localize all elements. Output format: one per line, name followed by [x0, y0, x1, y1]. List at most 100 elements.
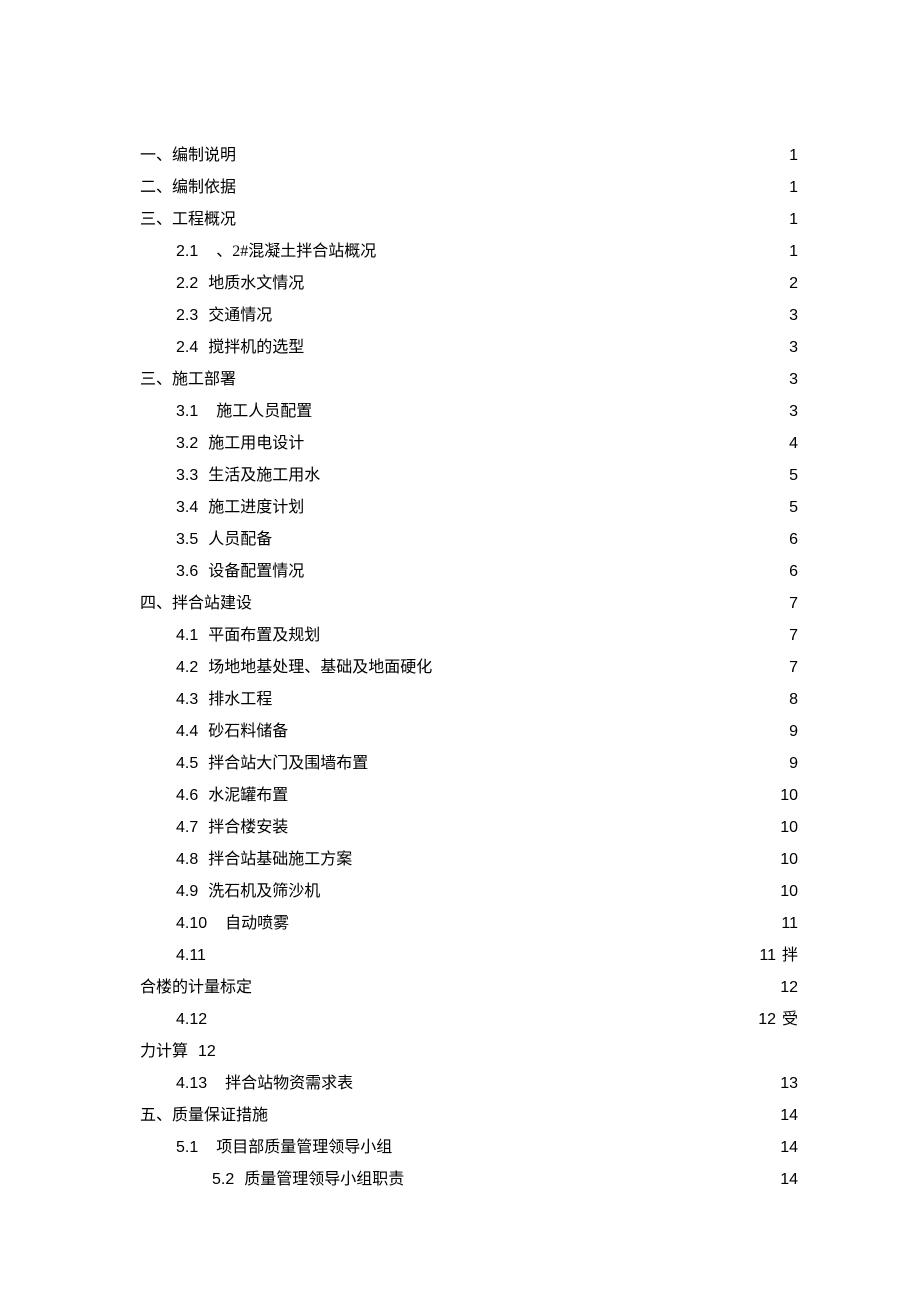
toc-leader: [240, 208, 776, 224]
toc-page-number: 11: [780, 908, 798, 940]
toc-entry-wrapped: 4.11 11 拌 合楼的计量标定 12: [140, 940, 798, 1004]
toc-entry: 四、拌合站建设 7: [140, 588, 798, 620]
toc-number: 5.2: [212, 1164, 234, 1196]
toc-number: 2.4: [176, 332, 198, 364]
toc-leader: [308, 560, 776, 576]
toc-page-number: 3: [780, 332, 798, 364]
toc-label-fragment: 拌: [782, 940, 798, 972]
toc-page-number: 3: [780, 364, 798, 396]
toc-leader: [356, 848, 776, 864]
toc-page-number: 1: [780, 172, 798, 204]
toc-page-number: 5: [780, 460, 798, 492]
toc-entry: 4.1 平面布置及规划 7: [140, 620, 798, 652]
toc-label: 四、拌合站建设: [140, 588, 252, 620]
toc-number: 4.7: [176, 812, 198, 844]
toc-entry: 4.3 排水工程 8: [140, 684, 798, 716]
toc-leader: [436, 656, 776, 672]
toc-leader: [408, 1168, 776, 1184]
toc-page-number: 14: [780, 1100, 798, 1132]
toc-leader: [276, 304, 776, 320]
toc-page-number: 2: [780, 268, 798, 300]
toc-number: 3.5: [176, 524, 198, 556]
toc-label: 施工进度计划: [208, 492, 304, 524]
toc-leader: [256, 592, 776, 608]
toc-page-number: 14: [780, 1164, 798, 1196]
toc-number: 3.3: [176, 460, 198, 492]
toc-label: 生活及施工用水: [208, 460, 320, 492]
toc-entry-wrapped: 4.12 12 受 力计算 12: [140, 1004, 798, 1068]
toc-number: 4.8: [176, 844, 198, 876]
toc-leader: [372, 752, 776, 768]
toc-entry: 2.4 搅拌机的选型 3: [140, 332, 798, 364]
toc-label: 地质水文情况: [208, 268, 304, 300]
toc-entry: 4.7 拌合楼安装 10: [140, 812, 798, 844]
toc-number: 4.5: [176, 748, 198, 780]
toc-leader: [221, 1008, 740, 1024]
toc-label: 搅拌机的选型: [208, 332, 304, 364]
toc-page-number: 6: [780, 524, 798, 556]
toc-entry: 4.2 场地地基处理、基础及地面硬化 7: [140, 652, 798, 684]
toc-label: 水泥罐布置: [208, 780, 288, 812]
toc-leader: [292, 816, 776, 832]
toc-page-number: 12: [758, 1004, 776, 1036]
toc-label: 、2#混凝土拌合站概况: [216, 236, 376, 268]
toc-number: 4.9: [176, 876, 198, 908]
toc-number: 4.2: [176, 652, 198, 684]
toc-page-number: 7: [780, 652, 798, 684]
toc-entry: 一、编制说明 1: [140, 140, 798, 172]
toc-page-number: 10: [780, 780, 798, 812]
toc-leader: [276, 528, 776, 544]
toc-page-number: 12: [780, 972, 798, 1004]
toc-leader: [357, 1072, 776, 1088]
toc-label-continuation: 合楼的计量标定: [140, 972, 252, 1004]
toc-leader: [308, 432, 776, 448]
toc-label: 拌合站物资需求表: [225, 1068, 353, 1100]
toc-page-number: 14: [780, 1132, 798, 1164]
toc-leader: [276, 688, 776, 704]
toc-page-number: 3: [780, 300, 798, 332]
toc-leader: [308, 272, 776, 288]
toc-label: 拌合楼安装: [208, 812, 288, 844]
toc-leader: [292, 720, 776, 736]
toc-label: 二、编制依据: [140, 172, 236, 204]
toc-number: 4.6: [176, 780, 198, 812]
toc-number: 4.11: [176, 940, 206, 972]
toc-number: 4.12: [176, 1004, 207, 1036]
toc-page-number: 1: [780, 236, 798, 268]
toc-leader: [380, 240, 776, 256]
toc-number: 4.1: [176, 620, 198, 652]
toc-number: 3.1: [176, 396, 198, 428]
toc-label-continuation: 力计算: [140, 1036, 188, 1068]
toc-entry: 4.8 拌合站基础施工方案 10: [140, 844, 798, 876]
toc-label: 平面布置及规划: [208, 620, 320, 652]
toc-page-number: 13: [780, 1068, 798, 1100]
toc-number: 4.13: [176, 1068, 207, 1100]
toc-label: 项目部质量管理领导小组: [216, 1132, 392, 1164]
toc-label: 洗石机及筛沙机: [208, 876, 320, 908]
toc-label: 交通情况: [208, 300, 272, 332]
toc-entry: 3.5 人员配备 6: [140, 524, 798, 556]
toc-leader: [324, 624, 776, 640]
toc-page-number: 3: [780, 396, 798, 428]
toc-page-number: 12: [198, 1036, 216, 1068]
toc-label: 拌合站大门及围墙布置: [208, 748, 368, 780]
toc-entry: 2.2 地质水文情况 2: [140, 268, 798, 300]
toc-leader: [316, 400, 776, 416]
toc-label: 一、编制说明: [140, 140, 236, 172]
toc-page-number: 7: [780, 620, 798, 652]
toc-entry: 五、质量保证措施 14: [140, 1100, 798, 1132]
toc-entry: 5.2 质量管理领导小组职责 14: [140, 1164, 798, 1196]
toc-entry: 3.2 施工用电设计 4: [140, 428, 798, 460]
toc-label: 设备配置情况: [208, 556, 304, 588]
toc-entry: 2.3 交通情况 3: [140, 300, 798, 332]
toc-leader: [324, 464, 776, 480]
toc-label-fragment: 受: [782, 1004, 798, 1036]
toc-leader: [240, 144, 776, 160]
toc-page-number: 11: [759, 940, 776, 972]
toc-entry: 三、施工部署 3: [140, 364, 798, 396]
toc-number: 4.10: [176, 908, 207, 940]
toc-leader: [324, 880, 776, 896]
toc-number: 3.4: [176, 492, 198, 524]
toc-entry: 三、工程概况 1: [140, 204, 798, 236]
toc-entry: 3.1 施工人员配置 3: [140, 396, 798, 428]
